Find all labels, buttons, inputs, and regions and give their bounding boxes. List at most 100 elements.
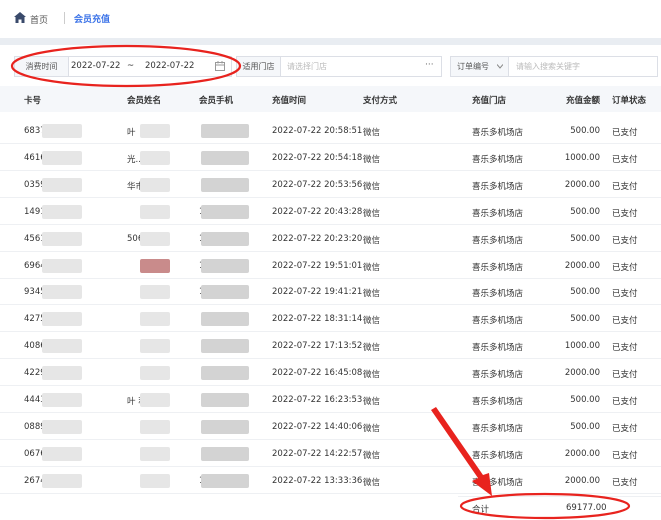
- cell-status: 已支付: [612, 397, 638, 407]
- redacted-card: [42, 366, 82, 381]
- cell-pay: 微信: [363, 208, 381, 219]
- more-dots-icon[interactable]: ···: [425, 60, 434, 70]
- cell-status: 已支付: [612, 128, 638, 138]
- redacted-phone: [201, 393, 249, 407]
- breadcrumb-current[interactable]: 会员充值: [74, 12, 110, 25]
- date-end-input[interactable]: 2022-07-22: [145, 61, 194, 71]
- table-row[interactable]: 267412022022-07-22 13:33:36微信喜乐多机场店2000.…: [0, 468, 661, 494]
- col-status[interactable]: 订单状态: [612, 94, 646, 106]
- chevron-down-icon: [497, 64, 503, 69]
- home-icon[interactable]: [14, 12, 26, 23]
- table-row[interactable]: 696412022-07-22 19:51:01微信喜乐多机场店2000.00已…: [0, 253, 661, 279]
- cell-time: 2022-07-22 20:43:28: [272, 206, 363, 217]
- redacted-card: [42, 446, 82, 461]
- order-field-label: 订单编号: [457, 62, 489, 71]
- col-store[interactable]: 充值门店: [472, 94, 506, 106]
- redacted-phone: [201, 204, 249, 219]
- cell-status: 已支付: [612, 370, 638, 381]
- cell-status: 已支付: [612, 262, 638, 273]
- cell-time: 2022-07-22 20:58:51: [272, 126, 363, 136]
- redacted-card: [42, 231, 82, 246]
- cell-pay: 微信: [363, 477, 381, 488]
- cell-pay: 微信: [363, 316, 381, 327]
- col-phone[interactable]: 会员手机: [199, 94, 233, 106]
- redacted-name: [140, 366, 170, 381]
- footer-divider: [458, 496, 661, 497]
- cell-amount: 500.00: [570, 421, 600, 432]
- redacted-phone: [201, 258, 249, 273]
- cell-amount: 2000.00: [564, 179, 600, 190]
- col-pay[interactable]: 支付方式: [363, 94, 397, 106]
- cell-amount: 500.00: [570, 314, 600, 325]
- cell-amount: 500.00: [570, 395, 600, 405]
- table-row[interactable]: 4229 2022-07-22 16:45:08 微信 喜乐多机场店 2000.00 已支…: [0, 360, 661, 387]
- cell-time: 2022-07-22 17:13:52: [272, 341, 363, 352]
- cell-store: 喜乐多机场店: [472, 477, 524, 488]
- cell-status: 已支付: [612, 289, 638, 300]
- redacted-phone: [201, 419, 249, 434]
- table-row[interactable]: 45615065...12022-07-22 20:23:20微信喜乐多机场店5…: [0, 226, 661, 252]
- cell-status: 已支付: [612, 154, 638, 165]
- cell-amount: 2000.00: [564, 475, 600, 486]
- cell-pay: 微信: [363, 423, 381, 434]
- cell-time: 2022-07-22 18:31:14: [272, 314, 363, 325]
- table-row[interactable]: 4443 叶 菲 2022-07-22 16:23:53 微信 喜乐多机场店 500.00…: [0, 387, 661, 413]
- redacted-card: [42, 419, 82, 434]
- cell-store: 喜乐多机场店: [472, 450, 524, 461]
- cell-amount: 500.00: [570, 233, 600, 244]
- cell-status: 已支付: [612, 208, 638, 219]
- date-range-picker[interactable]: 消费时间 2022-07-22 ~ 2022-07-22: [14, 56, 232, 77]
- cell-pay: 微信: [363, 128, 381, 138]
- col-time[interactable]: 充值时间: [272, 94, 306, 106]
- table-row[interactable]: 4086 2022-07-22 17:13:52 微信 喜乐多机场店 1000.00 已支…: [0, 333, 661, 360]
- cell-time: 2022-07-22 19:41:21: [272, 287, 363, 298]
- order-field-select[interactable]: 订单编号: [451, 57, 509, 76]
- redacted-name: [140, 473, 170, 488]
- table-row[interactable]: 68375 叶 2022-07-22 20:58:51 微信 喜乐多机场店 500.00 已…: [0, 118, 661, 144]
- redacted-name: [140, 285, 170, 300]
- cell-pay: 微信: [363, 235, 381, 246]
- search-input[interactable]: 请输入搜索关键字: [516, 61, 580, 72]
- cell-time: 2022-07-22 19:51:01: [272, 260, 363, 271]
- col-card[interactable]: 卡号: [24, 94, 41, 106]
- cell-store: 喜乐多机场店: [472, 289, 524, 300]
- col-amount[interactable]: 充值金额: [566, 94, 600, 106]
- breadcrumb-divider: [64, 12, 65, 24]
- table-row[interactable]: 0889 2022-07-22 14:40:06 微信 喜乐多机场店 500.00 已支付: [0, 414, 661, 440]
- cell-store: 喜乐多机场店: [472, 208, 524, 219]
- col-name[interactable]: 会员姓名: [127, 94, 161, 106]
- redacted-name: [140, 312, 170, 327]
- order-search[interactable]: 订单编号 请输入搜索关键字: [450, 56, 658, 77]
- calendar-icon[interactable]: [215, 61, 225, 71]
- redacted-name: [140, 150, 170, 165]
- cell-status: 已支付: [612, 423, 638, 434]
- store-select[interactable]: 适用门店 请选择门店 ···: [236, 56, 442, 77]
- redacted-name: [140, 419, 170, 434]
- store-select-input[interactable]: 请选择门店: [287, 61, 327, 72]
- cell-time: 2022-07-22 16:23:53: [272, 395, 363, 405]
- cell-status: 已支付: [612, 181, 638, 192]
- cell-time: 2022-07-22 20:54:18: [272, 152, 363, 163]
- redacted-card: [42, 312, 82, 327]
- table-row[interactable]: 934512022-07-22 19:41:21微信喜乐多机场店500.00已支…: [0, 279, 661, 306]
- cell-pay: 微信: [363, 343, 381, 354]
- cell-pay: 微信: [363, 370, 381, 381]
- total-label: 合计: [472, 505, 490, 515]
- table-row[interactable]: 0676 2022-07-22 14:22:57 微信 喜乐多机场店 2000.00 已支…: [0, 441, 661, 467]
- cell-time: 2022-07-22 20:23:20: [272, 233, 363, 244]
- date-start-input[interactable]: 2022-07-22: [71, 61, 120, 71]
- cell-amount: 1000.00: [564, 152, 600, 163]
- redacted-phone: [201, 473, 249, 488]
- table-row[interactable]: 4275 2022-07-22 18:31:14 微信 喜乐多机场店 500.00 已支付: [0, 306, 661, 333]
- table-row[interactable]: 0359华市...2022-07-22 20:53:56微信喜乐多机场店2000…: [0, 172, 661, 198]
- cell-amount: 1000.00: [564, 341, 600, 352]
- cell-store: 喜乐多机场店: [472, 128, 524, 138]
- table-row[interactable]: 4616 光... 2022-07-22 20:54:18 微信 喜乐多机场店 1000.…: [0, 145, 661, 171]
- cell-store: 喜乐多机场店: [472, 343, 524, 354]
- breadcrumb-home[interactable]: 首页: [30, 13, 48, 26]
- cell-store: 喜乐多机场店: [472, 370, 524, 381]
- redacted-card: [42, 339, 82, 354]
- cell-store: 喜乐多机场店: [472, 397, 524, 407]
- table-row[interactable]: 149112022-07-22 20:43:28微信喜乐多机场店500.00已支…: [0, 199, 661, 225]
- cell-amount: 2000.00: [564, 260, 600, 271]
